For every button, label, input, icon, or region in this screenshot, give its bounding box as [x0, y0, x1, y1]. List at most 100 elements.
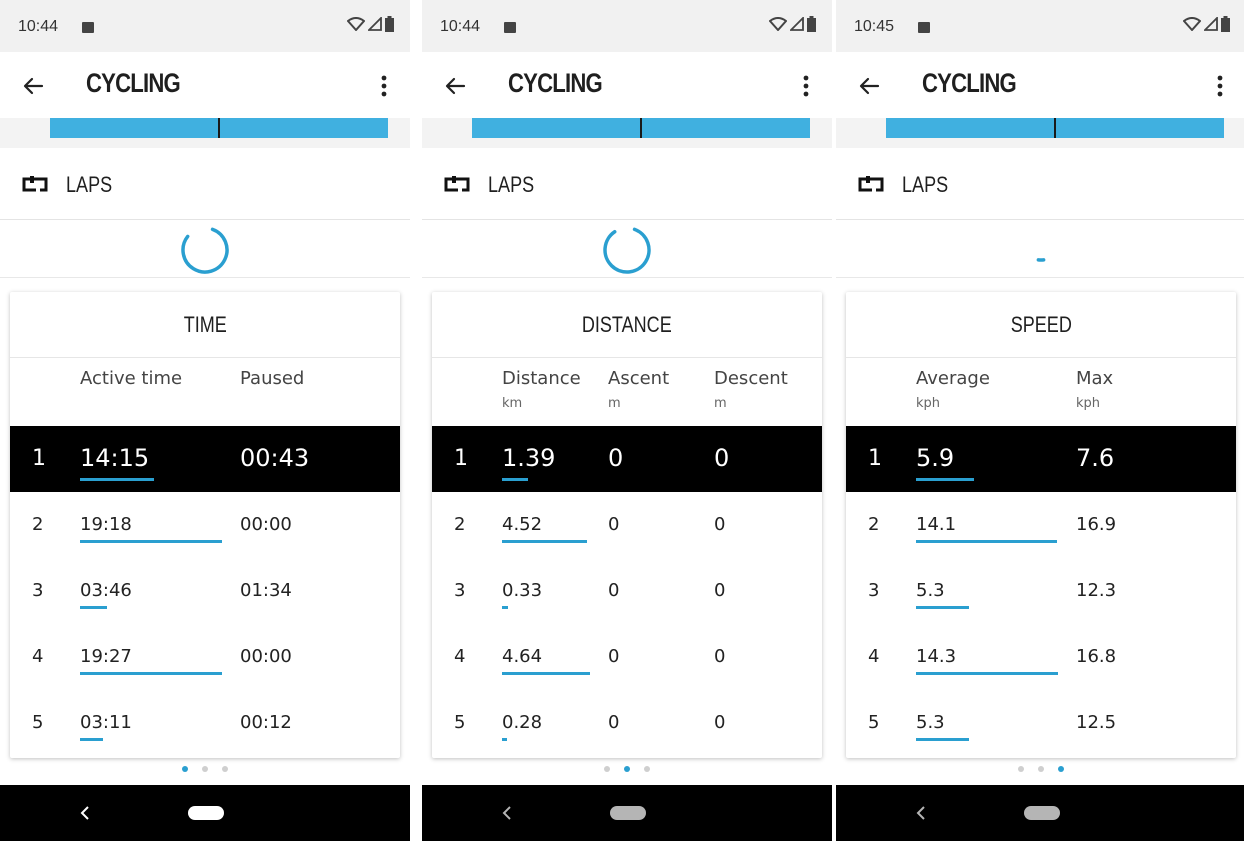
- laps-label: LAPS: [66, 172, 113, 197]
- lap-value-bar: [80, 606, 107, 609]
- lap-row[interactable]: 3 0.33 0 0: [432, 558, 822, 624]
- card-title: SPEED: [846, 292, 1236, 358]
- image-icon: [918, 22, 930, 33]
- page-dot[interactable]: [644, 766, 650, 772]
- lap-number: 4: [454, 646, 466, 667]
- signal-icon: [790, 17, 804, 31]
- signal-icon: [1204, 17, 1218, 31]
- lap-row[interactable]: 5 5.3 12.5: [846, 690, 1236, 756]
- gauge-area: [0, 221, 410, 278]
- lap-number: 1: [454, 446, 468, 471]
- nav-back-icon[interactable]: [500, 803, 514, 823]
- lap-row[interactable]: 2 19:18 00:00: [10, 492, 400, 558]
- nav-back-icon[interactable]: [78, 803, 92, 823]
- lap-row[interactable]: 4 4.64 0 0: [432, 624, 822, 690]
- more-vert-icon[interactable]: [380, 74, 388, 98]
- lap-overview-strip: [0, 118, 410, 148]
- lap-number: 4: [32, 646, 44, 667]
- lap-cell-value: 01:34: [240, 580, 292, 601]
- lap-overview-bar[interactable]: [50, 118, 388, 138]
- lap-value-bar: [80, 672, 222, 675]
- lap-row[interactable]: 1 5.9 7.6: [846, 426, 1236, 492]
- lap-stats-card[interactable]: SPEED Average kph Max kph 1 5.9 7.6 2 14.1 16.9 3 5.…: [846, 292, 1236, 758]
- lap-row[interactable]: 2 14.1 16.9: [846, 492, 1236, 558]
- page-dot[interactable]: [624, 766, 630, 772]
- lap-number: 5: [454, 712, 466, 733]
- app-bar: CYCLING: [422, 52, 832, 118]
- lap-row[interactable]: 3 03:46 01:34: [10, 558, 400, 624]
- laps-header: LAPS: [0, 150, 410, 220]
- lap-cell-value: 00:12: [240, 712, 292, 733]
- lap-cell-value: 0: [608, 580, 620, 601]
- lap-value-bar: [80, 738, 103, 741]
- lap-value-bar: [80, 540, 222, 543]
- lap-stats-card[interactable]: TIME Active time Paused 1 14:15 00:43 2 19:18 00…: [10, 292, 400, 758]
- lap-row[interactable]: 4 14.3 16.8: [846, 624, 1236, 690]
- lap-cell-value: 16.9: [1076, 514, 1117, 535]
- lap-cell-value: 4.64: [502, 646, 543, 667]
- lap-row[interactable]: 1 14:15 00:43: [10, 426, 400, 492]
- lap-cell-value: 14.3: [916, 646, 957, 667]
- lap-cell-value: 00:00: [240, 514, 292, 535]
- lap-cell-value: 5.9: [916, 444, 955, 472]
- nav-home-pill[interactable]: [188, 806, 224, 820]
- column-unit: km: [502, 396, 523, 411]
- lap-overview-bar[interactable]: [472, 118, 810, 138]
- back-arrow-icon[interactable]: [22, 74, 46, 98]
- column-header: Ascent: [608, 368, 670, 389]
- nav-home-pill[interactable]: [1024, 806, 1060, 820]
- page-dot[interactable]: [1038, 766, 1044, 772]
- lap-cell-value: 0: [714, 444, 730, 472]
- battery-icon: [807, 16, 816, 32]
- gauge-area: [422, 221, 832, 278]
- column-header: Max: [1076, 368, 1114, 389]
- card-title: DISTANCE: [432, 292, 822, 358]
- lap-stats-card[interactable]: DISTANCE Distance km Ascent m Descent m 1 1.39 0 0…: [432, 292, 822, 758]
- column-header: Active time: [80, 368, 183, 389]
- lap-row[interactable]: 3 5.3 12.3: [846, 558, 1236, 624]
- nav-back-icon[interactable]: [914, 803, 928, 823]
- lap-number: 2: [454, 514, 466, 535]
- page-indicator: [836, 762, 1244, 776]
- lap-overview-bar[interactable]: [886, 118, 1224, 138]
- lap-cell-value: 0.28: [502, 712, 543, 733]
- more-vert-icon[interactable]: [1216, 74, 1224, 98]
- page-dot[interactable]: [222, 766, 228, 772]
- lap-cell-value: 0: [608, 444, 624, 472]
- lap-value-bar: [502, 672, 590, 675]
- lap-row[interactable]: 2 4.52 0 0: [432, 492, 822, 558]
- lap-row[interactable]: 5 0.28 0 0: [432, 690, 822, 756]
- page-indicator: [0, 762, 410, 776]
- lap-cell-value: 19:18: [80, 514, 132, 535]
- page-dot[interactable]: [1058, 766, 1064, 772]
- column-unit: kph: [1076, 396, 1101, 411]
- back-arrow-icon[interactable]: [444, 74, 468, 98]
- lap-row[interactable]: 4 19:27 00:00: [10, 624, 400, 690]
- lap-cell-value: 14:15: [80, 444, 150, 472]
- lap-cell-value: 14.1: [916, 514, 957, 535]
- nav-home-pill[interactable]: [610, 806, 646, 820]
- page-dot[interactable]: [202, 766, 208, 772]
- gauge-area: [836, 221, 1244, 278]
- laps-icon: [444, 176, 470, 192]
- lap-number: 5: [32, 712, 44, 733]
- status-time: 10:44: [440, 18, 481, 35]
- more-vert-icon[interactable]: [802, 74, 810, 98]
- column-unit: m: [714, 396, 727, 411]
- lap-value-bar: [916, 738, 969, 741]
- app-title: CYCLING: [508, 68, 603, 98]
- lap-cell-value: 0: [608, 712, 620, 733]
- lap-row[interactable]: 1 1.39 0 0: [432, 426, 822, 492]
- lap-cell-value: 03:11: [80, 712, 132, 733]
- laps-icon: [22, 176, 48, 192]
- lap-row[interactable]: 5 03:11 00:12: [10, 690, 400, 756]
- column-unit: kph: [916, 396, 941, 411]
- page-dot[interactable]: [1018, 766, 1024, 772]
- page-dot[interactable]: [182, 766, 188, 772]
- lap-cell-value: 5.3: [916, 712, 945, 733]
- app-title: CYCLING: [86, 68, 181, 98]
- phone-screen: 10:44 CYCLING LAPS TIME Active time Paused 1 14…: [0, 0, 410, 841]
- back-arrow-icon[interactable]: [858, 74, 882, 98]
- page-dot[interactable]: [604, 766, 610, 772]
- column-header: Average: [916, 368, 990, 389]
